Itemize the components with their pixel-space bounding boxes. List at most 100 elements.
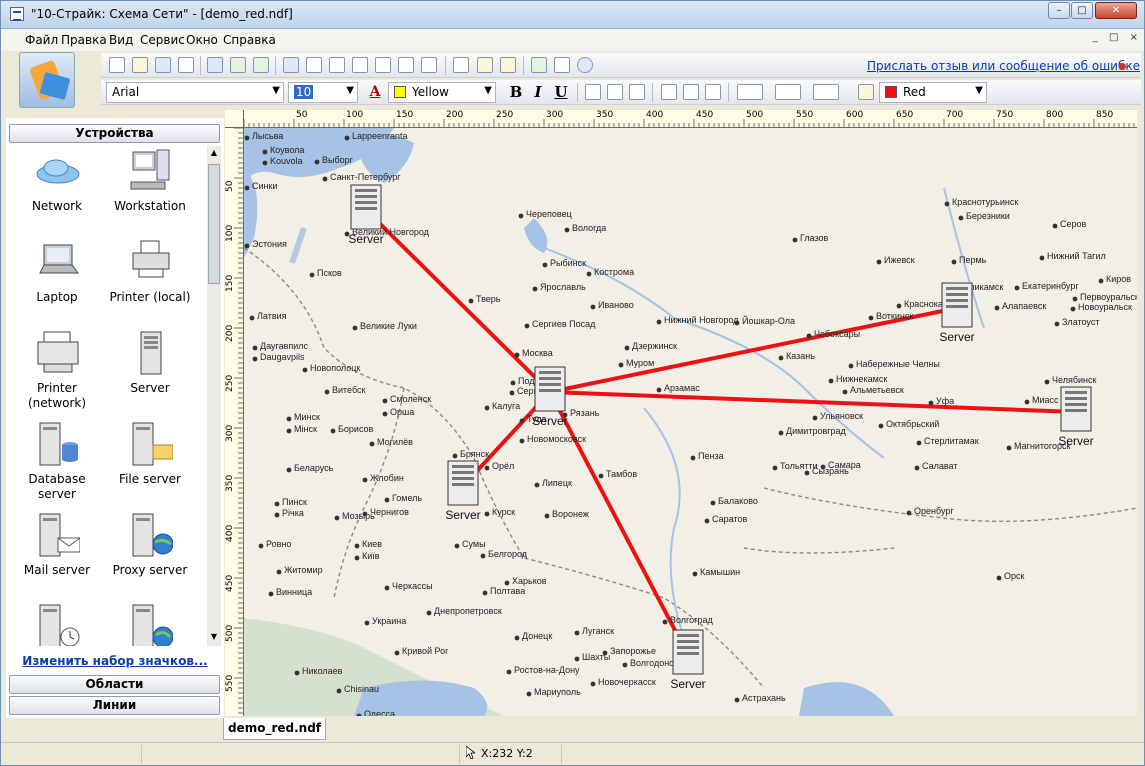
device-workstation[interactable]: Workstation: [102, 146, 198, 234]
city-label: Ростов-на-Дону: [514, 665, 580, 675]
scroll-thumb[interactable]: [208, 164, 220, 284]
server-node-perm[interactable]: Server: [939, 282, 975, 344]
menu-help[interactable]: Справка: [223, 33, 276, 47]
device-clock-server[interactable]: [9, 601, 105, 646]
device-cloud-network[interactable]: Network: [9, 146, 105, 234]
title-bar[interactable]: "10-Страйк: Схема Сети" - [demo_red.ndf]…: [1, 1, 1144, 29]
mdi-close-button[interactable]: ×: [1130, 32, 1138, 43]
menu-view[interactable]: Вид: [109, 33, 133, 47]
device-web-server[interactable]: [102, 601, 198, 646]
areas-section-header[interactable]: Области: [9, 675, 220, 694]
properties-icon[interactable]: [207, 57, 223, 73]
preview-icon[interactable]: [554, 57, 570, 73]
line-end-icon[interactable]: [813, 84, 839, 100]
italic-button[interactable]: I: [529, 83, 547, 101]
server-node-bryansk[interactable]: Server: [445, 460, 481, 522]
open-file-icon[interactable]: [132, 57, 148, 73]
underline-button[interactable]: U: [552, 83, 570, 101]
device-laptop[interactable]: Laptop: [9, 237, 105, 325]
insert-image-icon[interactable]: [531, 57, 547, 73]
maximize-button[interactable]: □: [1071, 2, 1093, 19]
server-label: Server: [348, 232, 383, 246]
redo-icon[interactable]: [306, 57, 322, 73]
menu-edit[interactable]: Правка: [61, 33, 107, 47]
mdi-minimize-button[interactable]: _: [1093, 32, 1098, 43]
line-color-select[interactable]: Red ▼: [879, 82, 987, 103]
text-icon[interactable]: [421, 57, 437, 73]
copy-icon[interactable]: [352, 57, 368, 73]
tab-demo-red[interactable]: demo_red.ndf: [223, 718, 326, 740]
valign-middle-icon[interactable]: [683, 84, 699, 100]
font-icon[interactable]: [398, 57, 414, 73]
align-left-icon[interactable]: [585, 84, 601, 100]
save-icon[interactable]: [155, 57, 171, 73]
paste-icon[interactable]: [375, 57, 391, 73]
fill-color-icon[interactable]: [858, 84, 874, 100]
layers-icon[interactable]: [253, 57, 269, 73]
menu-window[interactable]: Окно: [186, 33, 218, 47]
text-color-icon[interactable]: A: [366, 83, 384, 101]
network-map[interactable]: Lappeenranta КоуволаKouvola Выборг Санкт-Пе…: [244, 128, 1137, 716]
city-dot: [564, 227, 570, 233]
server-node-chelyabinsk[interactable]: Server: [1058, 386, 1094, 448]
align-center-icon[interactable]: [607, 84, 623, 100]
app-logo-icon[interactable]: [19, 52, 75, 108]
text-color-select[interactable]: Yellow ▼: [388, 82, 496, 103]
city-dot: [574, 656, 580, 662]
diagram-canvas[interactable]: Lappeenranta Коувола Kouvola Выборг Санкт-Пе…: [244, 128, 1137, 716]
scroll-down-icon[interactable]: ▼: [208, 632, 220, 644]
city-label: Запорожье: [610, 646, 656, 656]
menu-service[interactable]: Сервис: [140, 33, 185, 47]
font-size-select[interactable]: 10 ▼: [288, 82, 358, 103]
lines-section-header[interactable]: Линии: [9, 696, 220, 715]
undo-icon[interactable]: [283, 57, 299, 73]
connect-icon[interactable]: [453, 57, 469, 73]
image-icon[interactable]: [230, 57, 246, 73]
server-node-spb[interactable]: Server: [348, 184, 384, 246]
close-button[interactable]: ✕: [1095, 2, 1137, 19]
device-printer-local[interactable]: Printer (local): [102, 237, 198, 325]
city-label: Кострома: [594, 267, 634, 277]
device-server[interactable]: Server: [102, 328, 198, 416]
minimize-button[interactable]: –: [1048, 2, 1070, 19]
valign-top-icon[interactable]: [661, 84, 677, 100]
city-dot: [514, 635, 520, 641]
cut-icon[interactable]: [329, 57, 345, 73]
line-width-icon[interactable]: [737, 84, 763, 100]
device-file-server[interactable]: File server: [102, 419, 198, 507]
app-window: "10-Страйк: Схема Сети" - [demo_red.ndf]…: [0, 0, 1145, 766]
bold-button[interactable]: B: [507, 83, 525, 101]
server-node-volgograd[interactable]: Server: [670, 629, 706, 691]
city-dot: [452, 453, 458, 459]
font-family-select[interactable]: Arial ▼: [106, 82, 284, 103]
proxy-server-icon: [132, 513, 173, 557]
print-icon[interactable]: [178, 57, 194, 73]
ungroup-icon[interactable]: [500, 57, 516, 73]
city-dot: [662, 619, 668, 625]
line-style-icon[interactable]: [775, 84, 801, 100]
mdi-restore-button[interactable]: □: [1109, 32, 1118, 43]
align-right-icon[interactable]: [629, 84, 645, 100]
change-icons-link[interactable]: Изменить набор значков...: [6, 654, 224, 668]
city-label: Нижнекамск: [836, 374, 887, 384]
feedback-link[interactable]: Прислать отзыв или сообщение об ошибке: [867, 59, 1140, 73]
settings-gear-icon[interactable]: [577, 57, 593, 73]
city-dot: [710, 500, 716, 506]
device-mail-server[interactable]: Mail server: [9, 510, 105, 598]
new-file-icon[interactable]: [109, 57, 125, 73]
group-icon[interactable]: [477, 57, 493, 73]
server-node-msk[interactable]: Server: [532, 366, 568, 428]
scroll-up-icon[interactable]: ▲: [208, 148, 220, 160]
valign-bottom-icon[interactable]: [705, 84, 721, 100]
device-proxy-server[interactable]: Proxy server: [102, 510, 198, 598]
city-dot: [586, 271, 592, 277]
palette-scrollbar[interactable]: ▲ ▼: [207, 146, 221, 646]
device-printer-network[interactable]: Printer (network): [9, 328, 105, 416]
menu-file[interactable]: Файл: [25, 33, 58, 47]
city-dot: [1039, 255, 1045, 261]
devices-section-header[interactable]: Устройства: [9, 124, 220, 143]
device-database-server[interactable]: Database server: [9, 419, 105, 507]
city-dot: [519, 418, 525, 424]
city-label: Киев: [362, 539, 382, 549]
city-label: Chisinau: [344, 684, 379, 694]
